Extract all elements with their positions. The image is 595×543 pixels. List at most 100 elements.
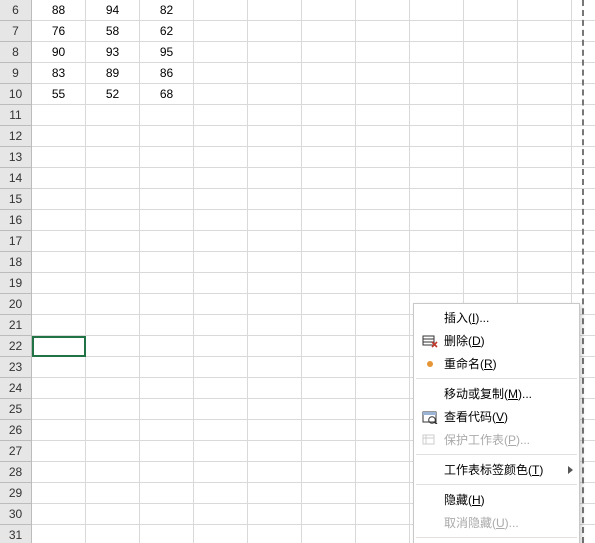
cell[interactable]	[410, 21, 464, 42]
cell[interactable]	[140, 210, 194, 231]
cell[interactable]	[194, 126, 248, 147]
cell[interactable]	[140, 378, 194, 399]
cell[interactable]	[194, 420, 248, 441]
cell[interactable]	[194, 504, 248, 525]
row-header[interactable]: 22	[0, 336, 32, 357]
cell[interactable]	[86, 441, 140, 462]
cell[interactable]	[194, 357, 248, 378]
cell[interactable]	[140, 504, 194, 525]
cell[interactable]	[194, 210, 248, 231]
cell[interactable]	[140, 147, 194, 168]
cell[interactable]	[194, 294, 248, 315]
cell[interactable]	[86, 252, 140, 273]
cell[interactable]	[194, 483, 248, 504]
cell[interactable]	[356, 84, 410, 105]
cell[interactable]	[248, 378, 302, 399]
cell[interactable]	[140, 231, 194, 252]
cell[interactable]	[248, 504, 302, 525]
cell[interactable]	[248, 357, 302, 378]
cell[interactable]	[302, 42, 356, 63]
cell[interactable]	[140, 273, 194, 294]
row-header[interactable]: 31	[0, 525, 32, 543]
cell[interactable]	[248, 189, 302, 210]
cell[interactable]	[140, 483, 194, 504]
cell[interactable]	[194, 525, 248, 543]
cell[interactable]	[356, 336, 410, 357]
cell[interactable]	[86, 147, 140, 168]
cell[interactable]	[248, 462, 302, 483]
cell[interactable]	[302, 378, 356, 399]
cell[interactable]	[356, 168, 410, 189]
cell[interactable]	[572, 231, 595, 252]
cell[interactable]	[248, 315, 302, 336]
cell[interactable]	[572, 252, 595, 273]
cell[interactable]	[32, 126, 86, 147]
cell[interactable]	[32, 462, 86, 483]
cell[interactable]	[464, 84, 518, 105]
cell[interactable]	[464, 231, 518, 252]
cell[interactable]	[302, 315, 356, 336]
cell[interactable]	[140, 252, 194, 273]
cell[interactable]	[32, 105, 86, 126]
cell[interactable]	[464, 105, 518, 126]
cell[interactable]	[356, 462, 410, 483]
cell[interactable]	[302, 21, 356, 42]
cell[interactable]	[86, 315, 140, 336]
cell[interactable]	[194, 462, 248, 483]
cell[interactable]	[518, 189, 572, 210]
cell[interactable]	[356, 210, 410, 231]
menu-item-view_code[interactable]: 查看代码(V)	[414, 405, 579, 428]
cell[interactable]	[140, 105, 194, 126]
cell[interactable]	[86, 273, 140, 294]
cell[interactable]	[464, 273, 518, 294]
row-header[interactable]: 15	[0, 189, 32, 210]
menu-item-move_copy[interactable]: 移动或复制(M)...	[414, 382, 579, 405]
cell[interactable]	[194, 63, 248, 84]
cell[interactable]	[572, 189, 595, 210]
cell[interactable]	[518, 147, 572, 168]
cell[interactable]	[248, 84, 302, 105]
cell[interactable]	[248, 273, 302, 294]
cell[interactable]	[356, 357, 410, 378]
cell[interactable]	[140, 315, 194, 336]
cell[interactable]	[194, 189, 248, 210]
cell[interactable]	[32, 336, 86, 357]
row-header[interactable]: 20	[0, 294, 32, 315]
row-header[interactable]: 28	[0, 462, 32, 483]
cell[interactable]	[32, 294, 86, 315]
cell[interactable]	[356, 273, 410, 294]
cell[interactable]	[572, 63, 595, 84]
cell[interactable]	[410, 273, 464, 294]
cell[interactable]	[32, 525, 86, 543]
cell[interactable]	[248, 525, 302, 543]
cell[interactable]	[302, 231, 356, 252]
cell[interactable]: 82	[140, 0, 194, 21]
cell[interactable]	[518, 231, 572, 252]
cell[interactable]	[140, 357, 194, 378]
cell[interactable]	[86, 105, 140, 126]
cell[interactable]	[356, 231, 410, 252]
cell[interactable]	[464, 252, 518, 273]
cell[interactable]	[140, 189, 194, 210]
cell[interactable]	[518, 63, 572, 84]
cell[interactable]	[194, 273, 248, 294]
cell[interactable]	[572, 147, 595, 168]
row-header[interactable]: 27	[0, 441, 32, 462]
cell[interactable]	[32, 357, 86, 378]
cell[interactable]	[86, 231, 140, 252]
cell[interactable]	[572, 105, 595, 126]
cell[interactable]	[32, 273, 86, 294]
cell[interactable]	[572, 0, 595, 21]
cell[interactable]	[248, 231, 302, 252]
cell[interactable]	[464, 42, 518, 63]
cell[interactable]	[518, 84, 572, 105]
cell[interactable]	[248, 441, 302, 462]
cell[interactable]	[248, 399, 302, 420]
cell[interactable]	[356, 21, 410, 42]
cell[interactable]	[86, 336, 140, 357]
cell[interactable]	[32, 252, 86, 273]
cell[interactable]: 93	[86, 42, 140, 63]
cell[interactable]	[302, 189, 356, 210]
cell[interactable]	[356, 420, 410, 441]
cell[interactable]	[356, 441, 410, 462]
